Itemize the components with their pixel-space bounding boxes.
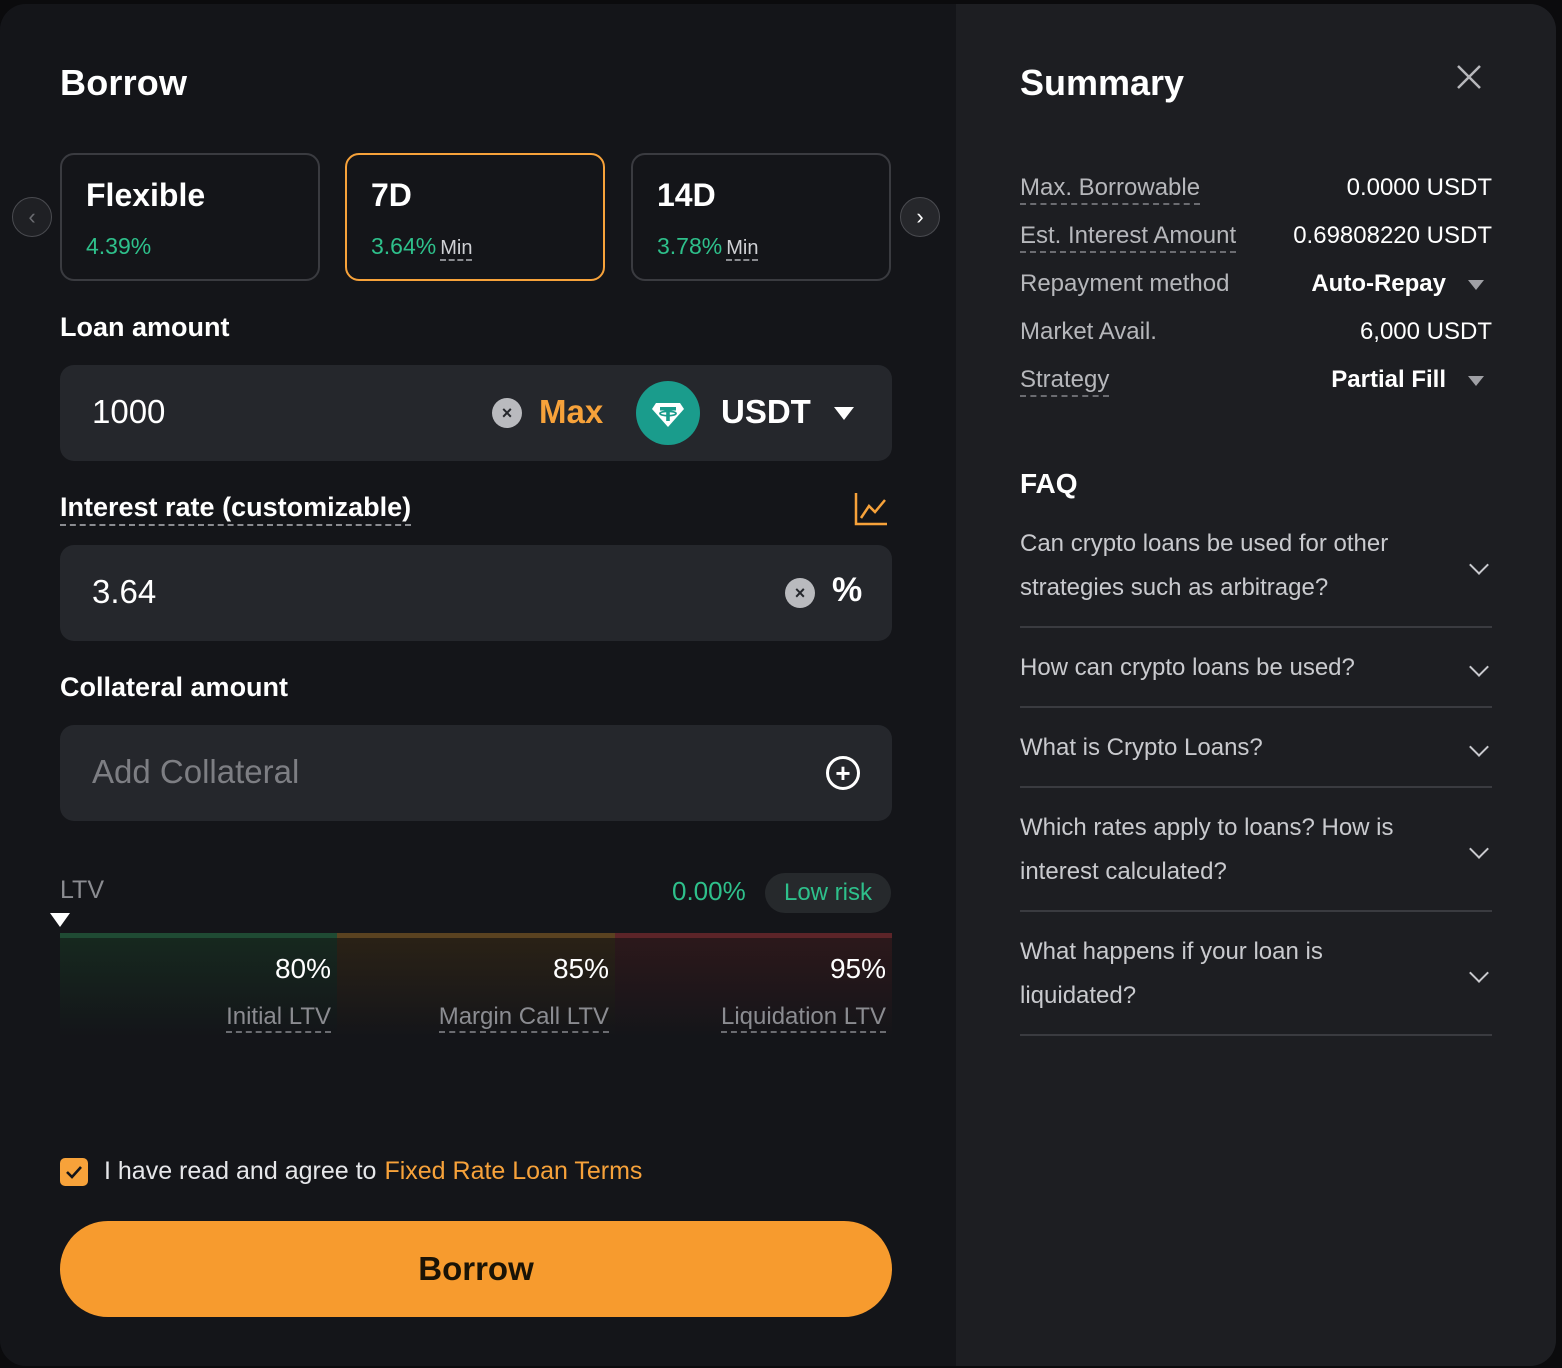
borrow-modal: Borrow ‹ Flexible 4.39% 7D 3.64% Min 14D … — [0, 4, 1556, 1366]
term-card-flexible[interactable]: Flexible 4.39% — [60, 153, 320, 281]
agree-text: I have read and agree to — [104, 1157, 377, 1185]
faq-title: FAQ — [1020, 468, 1078, 499]
chevron-right-icon: › — [916, 204, 924, 229]
repayment-method-select[interactable]: Auto-Repay — [1311, 270, 1446, 298]
summary-panel: Summary Max. Borrowable 0.0000 USDT Est.… — [956, 4, 1556, 1366]
faq-item[interactable]: What happens if your loan is liquidated? — [1020, 914, 1492, 1036]
loan-amount-field[interactable]: 1000 × Max USDT — [60, 365, 892, 461]
caret-down-icon[interactable] — [1468, 280, 1484, 290]
loan-amount-input[interactable]: 1000 — [92, 393, 165, 431]
risk-badge: Low risk — [765, 873, 891, 913]
interest-rate-input[interactable]: 3.64 — [92, 573, 156, 611]
est-interest-value: 0.69808220 USDT — [1293, 222, 1492, 249]
faq-item[interactable]: How can crypto loans be used? — [1020, 630, 1492, 708]
borrow-title: Borrow — [60, 62, 188, 103]
collateral-placeholder: Add Collateral — [92, 753, 300, 790]
rate-chart-icon[interactable] — [852, 490, 890, 528]
borrow-panel: Borrow ‹ Flexible 4.39% 7D 3.64% Min 14D … — [0, 4, 956, 1366]
add-collateral-icon[interactable]: + — [826, 756, 860, 790]
summary-row-label: Repayment method — [1020, 270, 1230, 297]
summary-row-label: Market Avail. — [1020, 318, 1157, 345]
faq-item[interactable]: Can crypto loans be used for other strat… — [1020, 522, 1492, 628]
ltv-value: 0.00% — [672, 876, 746, 906]
interest-rate-field[interactable]: 3.64 × % — [60, 545, 892, 641]
chevron-down-icon — [1469, 737, 1489, 757]
loan-amount-label: Loan amount — [60, 312, 230, 342]
strategy-select[interactable]: Partial Fill — [1331, 366, 1446, 394]
term-name: 7D — [371, 177, 412, 213]
market-avail-value: 6,000 USDT — [1359, 318, 1492, 345]
check-icon — [66, 1165, 82, 1179]
usdt-coin-icon — [636, 381, 700, 445]
term-rate: 4.39% — [86, 233, 152, 259]
clear-icon[interactable]: × — [492, 398, 522, 428]
faq-question: What is Crypto Loans? — [1020, 734, 1263, 761]
collateral-amount-label: Collateral amount — [60, 672, 289, 702]
ltv-pointer-icon — [50, 913, 70, 927]
summary-row-label: Strategy — [1020, 366, 1110, 397]
borrow-button[interactable]: Borrow — [60, 1221, 892, 1317]
summary-row-label: Est. Interest Amount — [1020, 222, 1237, 253]
next-term-button[interactable]: › — [900, 197, 940, 237]
chevron-down-icon — [1469, 839, 1489, 859]
ltv-segment-value: 85% — [552, 953, 609, 984]
term-card-7d[interactable]: 7D 3.64% Min — [345, 153, 605, 281]
ltv-segment-value: 95% — [829, 953, 886, 984]
ltv-label: LTV — [60, 876, 104, 904]
term-min-label: Min — [440, 237, 473, 261]
faq-question: Can crypto loans be used for other strat… — [1020, 530, 1389, 601]
chevron-down-icon — [1469, 555, 1489, 575]
ltv-segment-label: Margin Call LTV — [438, 1003, 609, 1033]
agree-checkbox[interactable] — [60, 1157, 88, 1186]
ltv-segment-value: 80% — [274, 953, 331, 984]
ltv-segment-initial: 80% Initial LTV — [60, 933, 337, 1037]
term-rate: 3.78% Min — [657, 233, 759, 261]
ltv-segment-liquidation: 95% Liquidation LTV — [615, 933, 892, 1037]
interest-rate-label: Interest rate (customizable) — [60, 492, 412, 526]
term-min-label: Min — [726, 237, 759, 261]
prev-term-button[interactable]: ‹ — [12, 197, 52, 237]
faq-question: Which rates apply to loans? How is inter… — [1020, 814, 1394, 885]
term-name: 14D — [657, 177, 716, 213]
ltv-segment-label: Liquidation LTV — [721, 1003, 886, 1033]
caret-down-icon[interactable] — [834, 407, 854, 420]
faq-item[interactable]: What is Crypto Loans? — [1020, 710, 1492, 788]
collateral-field[interactable]: Add Collateral + — [60, 725, 892, 821]
loan-terms-link[interactable]: Fixed Rate Loan Terms — [384, 1157, 642, 1186]
summary-row-label: Max. Borrowable — [1020, 174, 1201, 205]
caret-down-icon[interactable] — [1468, 376, 1484, 386]
max-button[interactable]: Max — [539, 393, 603, 431]
clear-icon[interactable]: × — [785, 578, 815, 608]
coin-select[interactable]: USDT — [721, 393, 811, 431]
chevron-left-icon: ‹ — [28, 204, 36, 229]
close-icon — [1457, 65, 1481, 89]
ltv-segment-margin-call: 85% Margin Call LTV — [337, 933, 615, 1037]
percent-unit: % — [832, 571, 863, 609]
term-name: Flexible — [86, 177, 206, 213]
faq-question: How can crypto loans be used? — [1020, 654, 1355, 681]
summary-title: Summary — [1020, 62, 1185, 103]
faq-question: What happens if your loan is liquidated? — [1020, 938, 1323, 1009]
terms-agreement: I have read and agree to Fixed Rate Loan… — [60, 1157, 642, 1186]
close-button[interactable] — [1454, 62, 1484, 92]
ltv-segment-label: Initial LTV — [226, 1003, 331, 1033]
chevron-down-icon — [1469, 963, 1489, 983]
faq-item[interactable]: Which rates apply to loans? How is inter… — [1020, 790, 1492, 912]
term-card-14d[interactable]: 14D 3.78% Min — [631, 153, 891, 281]
max-borrowable-value: 0.0000 USDT — [1346, 174, 1492, 201]
chevron-down-icon — [1469, 657, 1489, 677]
term-rate: 3.64% Min — [371, 233, 473, 261]
